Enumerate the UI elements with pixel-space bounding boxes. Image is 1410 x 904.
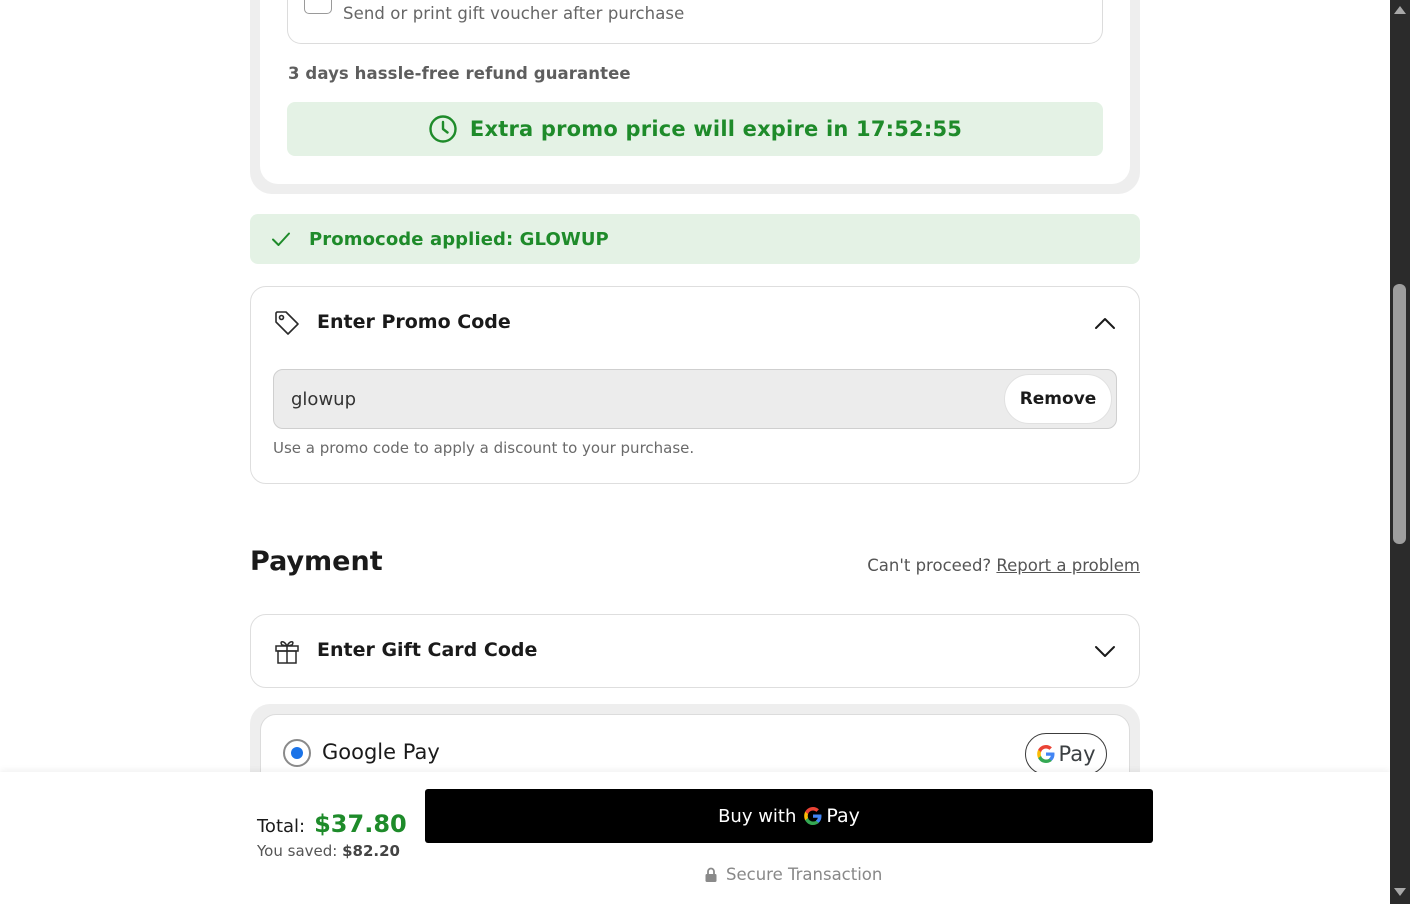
promo-expire-banner: Extra promo price will expire in 17:52:5… bbox=[287, 102, 1103, 156]
check-icon bbox=[272, 232, 290, 246]
report-problem-link[interactable]: Report a problem bbox=[996, 556, 1140, 575]
checkout-summary-bar: Total: $37.80 You saved: $82.20 Buy with… bbox=[0, 772, 1390, 904]
total-row: Total: $37.80 bbox=[257, 810, 407, 838]
total-value: $37.80 bbox=[314, 810, 407, 838]
buy-button-prefix: Buy with bbox=[718, 805, 797, 827]
payment-title: Payment bbox=[250, 546, 383, 577]
promo-code-title: Enter Promo Code bbox=[317, 311, 511, 333]
promo-applied-text: Promocode applied: GLOWUP bbox=[309, 228, 609, 250]
promo-expire-text: Extra promo price will expire in 17:52:5… bbox=[469, 117, 963, 141]
saved-row: You saved: $82.20 bbox=[257, 842, 400, 860]
google-g-icon bbox=[804, 807, 822, 825]
secure-transaction: Secure Transaction bbox=[704, 865, 882, 884]
scrollbar-thumb[interactable] bbox=[1393, 284, 1406, 544]
cant-proceed-row: Can't proceed? Report a problem bbox=[867, 556, 1140, 575]
gift-voucher-checkbox[interactable] bbox=[304, 0, 332, 14]
chevron-up-icon[interactable] bbox=[1093, 311, 1117, 335]
promo-applied-banner: Promocode applied: GLOWUP bbox=[250, 214, 1140, 264]
total-label: Total: bbox=[257, 816, 306, 837]
google-pay-radio[interactable] bbox=[283, 739, 311, 767]
tag-icon bbox=[275, 311, 299, 335]
checkout-page: Send or print gift voucher after purchas… bbox=[0, 0, 1390, 904]
page-scrollbar[interactable] bbox=[1390, 0, 1410, 904]
google-pay-badge-text: Pay bbox=[1058, 742, 1096, 766]
google-pay-label: Google Pay bbox=[322, 740, 440, 764]
refund-guarantee-text: 3 days hassle-free refund guarantee bbox=[288, 64, 631, 83]
cant-proceed-text: Can't proceed? bbox=[867, 556, 992, 575]
google-g-icon bbox=[1037, 745, 1055, 763]
google-pay-badge: Pay bbox=[1025, 733, 1107, 775]
saved-label: You saved: bbox=[257, 842, 338, 860]
promo-code-input[interactable] bbox=[274, 370, 994, 428]
gift-icon bbox=[275, 641, 299, 664]
promo-code-help-text: Use a promo code to apply a discount to … bbox=[273, 439, 695, 457]
remove-promo-button[interactable]: Remove bbox=[1004, 374, 1112, 424]
promo-code-field: Remove bbox=[273, 369, 1117, 429]
scroll-up-arrow[interactable] bbox=[1394, 6, 1406, 14]
gift-voucher-label: Send or print gift voucher after purchas… bbox=[343, 4, 685, 23]
promo-code-section: Enter Promo Code Remove Use a promo code… bbox=[250, 286, 1140, 484]
gift-card-section[interactable]: Enter Gift Card Code bbox=[250, 614, 1140, 688]
gift-voucher-option[interactable]: Send or print gift voucher after purchas… bbox=[287, 0, 1103, 44]
order-card: Send or print gift voucher after purchas… bbox=[250, 0, 1140, 194]
chevron-down-icon[interactable] bbox=[1093, 639, 1117, 663]
scroll-down-arrow[interactable] bbox=[1394, 888, 1406, 896]
buy-with-google-pay-button[interactable]: Buy with Pay bbox=[425, 789, 1153, 843]
buy-button-pay: Pay bbox=[826, 805, 860, 827]
gift-card-title: Enter Gift Card Code bbox=[317, 639, 538, 661]
saved-value: $82.20 bbox=[342, 842, 400, 860]
lock-icon bbox=[705, 867, 717, 882]
secure-transaction-text: Secure Transaction bbox=[726, 865, 883, 884]
order-card-inner: Send or print gift voucher after purchas… bbox=[260, 0, 1130, 184]
radio-selected-dot bbox=[291, 747, 303, 759]
clock-icon bbox=[429, 115, 457, 143]
